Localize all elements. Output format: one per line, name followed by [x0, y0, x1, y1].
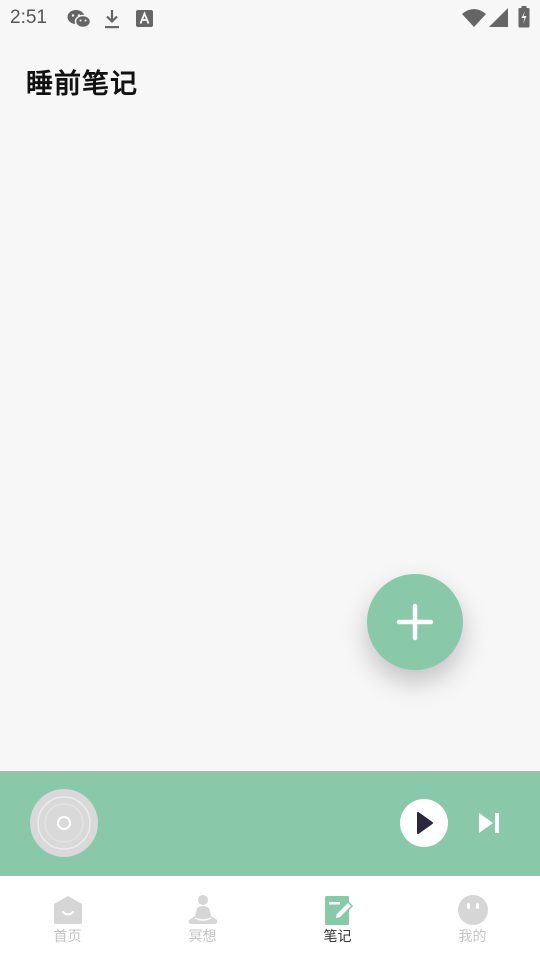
play-icon [417, 812, 433, 834]
page-title: 睡前笔记 [26, 69, 138, 100]
tab-label: 首页 [53, 929, 82, 945]
meditation-icon [188, 895, 217, 924]
mini-player [0, 771, 540, 876]
add-note-button[interactable] [367, 574, 463, 670]
status-time: 2:51 [10, 7, 47, 28]
skip-next-icon[interactable] [477, 811, 501, 835]
bottom-tab-bar: 首页 冥想 笔记 我的 [0, 876, 540, 960]
tab-label: 冥想 [188, 929, 217, 945]
tab-profile[interactable]: 我的 [405, 876, 540, 960]
play-button[interactable] [400, 799, 448, 847]
smiley-icon [457, 895, 488, 925]
album-cover[interactable] [30, 789, 98, 857]
a-badge-icon [136, 10, 153, 27]
tab-meditation[interactable]: 冥想 [135, 876, 270, 960]
status-bar: 2:51 [0, 0, 540, 36]
battery-charging-icon [518, 6, 530, 28]
note-icon [324, 896, 353, 925]
home-icon [53, 896, 82, 924]
wifi-icon [462, 9, 486, 27]
tab-label: 我的 [458, 929, 487, 945]
tab-label: 笔记 [323, 929, 352, 945]
plus-icon [396, 603, 434, 641]
download-icon [105, 10, 119, 29]
wechat-icon [67, 10, 91, 29]
signal-icon [489, 8, 508, 27]
tab-home[interactable]: 首页 [0, 876, 135, 960]
tab-notes[interactable]: 笔记 [270, 876, 405, 960]
disc-icon [37, 796, 91, 850]
